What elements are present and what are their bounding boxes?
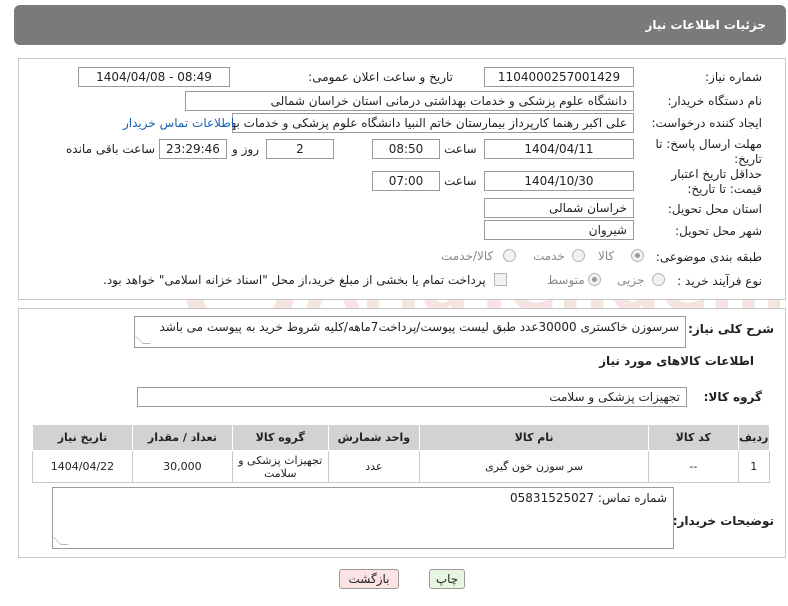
col-name: نام کالا [419, 424, 650, 451]
process-option-medium: متوسط [547, 273, 585, 287]
announce-label: تاریخ و ساعت اعلان عمومی: [308, 70, 453, 84]
treasury-payment-checkbox[interactable] [494, 273, 507, 286]
process-option-minor: جزیی [617, 273, 645, 287]
price-deadline-label: حداقل تاریخ اعتبار قیمت: تا تاریخ: [671, 167, 762, 196]
category-label: طبقه بندی موضوعی: [655, 250, 762, 264]
need-number-label: شماره نیاز: [705, 70, 762, 84]
process-radio-minor[interactable] [652, 273, 665, 286]
buyer-org-label: نام دستگاه خریدار: [667, 94, 763, 108]
buyer-org-field: دانشگاه علوم پزشکی و خدمات بهداشتی درمان… [185, 91, 634, 111]
description-text: سرسوزن خاکستری 30000عدد طبق لیست پیوست/پ… [159, 320, 679, 334]
category-radio-goods-service[interactable] [503, 249, 516, 262]
price-date-field: 1404/10/30 [484, 171, 634, 191]
description-label: شرح کلی نیاز: [688, 322, 774, 336]
buyer-notes-textarea[interactable]: شماره تماس: 05831525027 [52, 487, 674, 549]
announce-datetime-field: 1404/04/08 - 08:49 [78, 67, 230, 87]
cell-qty: 30,000 [131, 450, 233, 483]
price-time-field: 07:00 [372, 171, 440, 191]
need-number-field: 1104000257001429 [484, 67, 634, 87]
resize-handle-icon[interactable] [53, 537, 69, 545]
reply-time-field: 08:50 [372, 139, 440, 159]
days-label: روز و [232, 142, 259, 156]
contact-buyer-link[interactable]: اطلاعات تماس خریدار [123, 116, 234, 130]
cell-code: -- [648, 450, 739, 483]
print-button[interactable]: چاپ [429, 569, 465, 589]
category-radio-service[interactable] [572, 249, 585, 262]
cell-unit: عدد [327, 450, 421, 483]
goods-section-title: اطلاعات کالاهای مورد نیاز [599, 354, 754, 368]
creator-field: علی اکبر رهنما کارپرداز بیمارستان خاتم ا… [232, 113, 634, 133]
payment-note: پرداخت تمام یا بخشی از مبلغ خرید،از محل … [103, 273, 486, 287]
category-option-service: خدمت [533, 249, 565, 263]
category-option-goods: کالا [598, 249, 615, 263]
goods-group-label: گروه کالا: [703, 390, 762, 404]
category-option-goods-service: کالا/خدمت [441, 249, 494, 263]
cell-row: 1 [737, 450, 771, 483]
cell-name: سر سوزن خون گیری [419, 450, 650, 483]
resize-handle-icon[interactable] [135, 336, 151, 344]
goods-table-header: ردیف کد کالا نام کالا واحد شمارش گروه کا… [32, 424, 771, 451]
city-field: شیروان [484, 220, 634, 240]
col-code: کد کالا [648, 424, 739, 451]
goods-table: ردیف کد کالا نام کالا واحد شمارش گروه کا… [32, 424, 771, 483]
cell-date: 1404/04/22 [32, 450, 133, 483]
remaining-time-field: 23:29:46 [159, 139, 227, 159]
reply-deadline-label: مهلت ارسال پاسخ: تا تاریخ: [655, 137, 762, 166]
city-label: شهر محل تحویل: [675, 224, 762, 238]
back-button[interactable]: بازگشت [339, 569, 399, 589]
process-radio-medium[interactable] [588, 273, 601, 286]
goods-group-field: تجهیزات پزشکی و سلامت [137, 387, 687, 407]
page-title: جزئیات اطلاعات نیاز [645, 18, 766, 32]
col-group: گروه کالا [231, 424, 329, 451]
reply-date-field: 1404/04/11 [484, 139, 634, 159]
goods-table-wrap: ردیف کد کالا نام کالا واحد شمارش گروه کا… [32, 424, 771, 483]
remaining-label: ساعت باقی مانده [66, 142, 156, 156]
table-row: 1 -- سر سوزن خون گیری عدد تجهیزات پزشکی … [32, 450, 771, 483]
col-unit: واحد شمارش [327, 424, 421, 451]
col-row: ردیف [737, 424, 771, 451]
col-qty: تعداد / مقدار [131, 424, 233, 451]
cell-group: تجهیزات پزشکی و سلامت [231, 450, 329, 483]
province-label: استان محل تحویل: [667, 202, 762, 216]
col-date: تاریخ نیاز [32, 424, 133, 451]
buyer-notes-text: شماره تماس: 05831525027 [510, 491, 667, 505]
page-header: جزئیات اطلاعات نیاز [14, 5, 786, 45]
process-label: نوع فرآیند خرید : [677, 274, 762, 288]
province-field: خراسان شمالی [484, 198, 634, 218]
price-time-label: ساعت [444, 174, 477, 188]
days-field: 2 [266, 139, 334, 159]
buyer-notes-label: توضیحات خریدار: [672, 514, 774, 528]
category-radio-goods[interactable] [631, 249, 644, 262]
reply-time-label: ساعت [444, 142, 477, 156]
description-textarea[interactable]: سرسوزن خاکستری 30000عدد طبق لیست پیوست/پ… [134, 316, 686, 348]
creator-label: ایجاد کننده درخواست: [651, 116, 762, 130]
